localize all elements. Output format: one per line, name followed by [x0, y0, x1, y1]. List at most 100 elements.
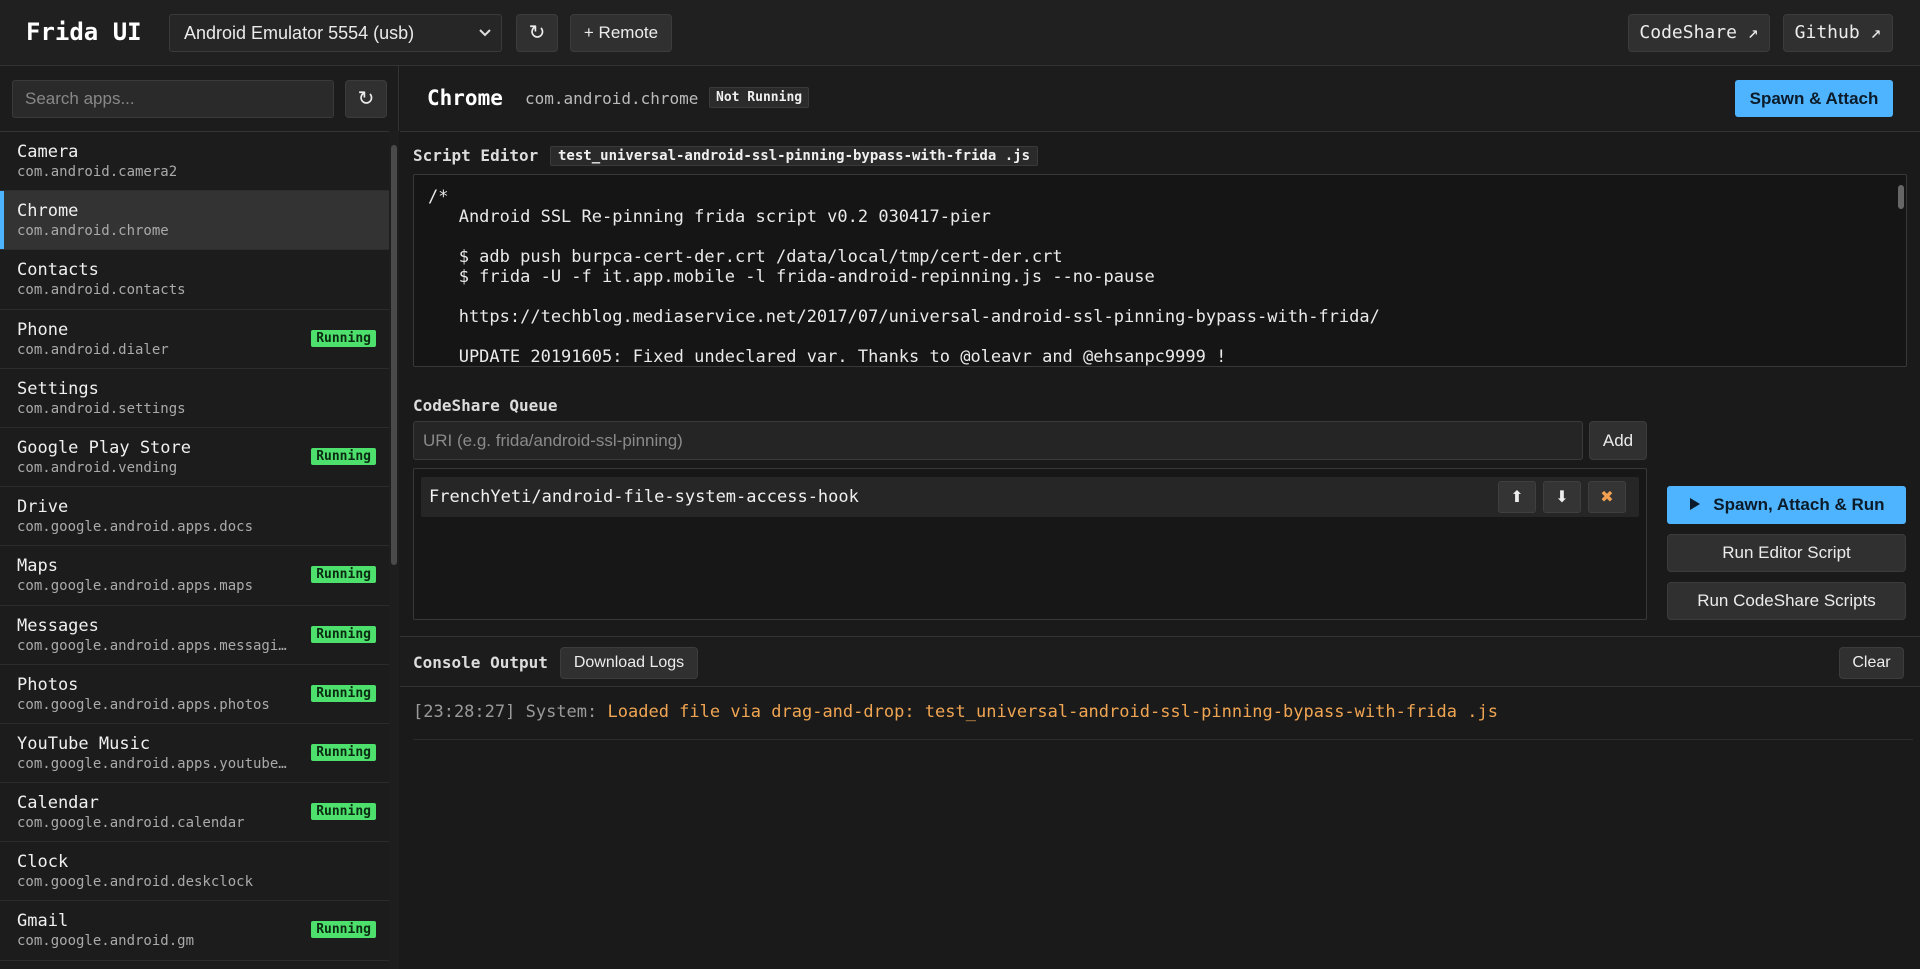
app-list-item[interactable]: Google Play Store com.android.vending Runn…	[0, 428, 389, 488]
app-brand: Frida UI	[26, 18, 142, 46]
editor-scrollbar[interactable]	[1898, 185, 1904, 209]
app-name: Drive	[17, 497, 69, 518]
app-name: Gmail	[17, 911, 69, 932]
selected-app-header: Chrome com.android.chrome Not Running Sp…	[400, 66, 1920, 132]
log-line: [23:28:27] System: Loaded file via drag-…	[413, 702, 1913, 740]
running-badge: Running	[311, 329, 376, 347]
app-name: Maps	[17, 556, 58, 577]
sidebar-scrollbar[interactable]	[389, 131, 399, 969]
selected-app-title: Chrome	[427, 86, 503, 110]
refresh-icon: ↻	[528, 22, 546, 44]
app-list-item[interactable]: Clock com.google.android.deskclock	[0, 842, 389, 902]
app-list-item[interactable]: Maps com.google.android.apps.maps Running	[0, 546, 389, 606]
app-name: Phone	[17, 319, 69, 340]
app-name: Settings	[17, 378, 99, 399]
app-list-item[interactable]: Drive com.google.android.apps.docs	[0, 487, 389, 547]
running-badge: Running	[311, 625, 376, 643]
app-name: Messages	[17, 615, 99, 636]
app-name: Clock	[17, 852, 69, 873]
codeshare-link-button[interactable]: CodeShare ↗	[1628, 14, 1770, 52]
device-select-value: Android Emulator 5554 (usb)	[184, 23, 415, 43]
run-codeshare-scripts-button[interactable]: Run CodeShare Scripts	[1667, 582, 1906, 620]
app-list-item[interactable]: Photos com.google.android.apps.photos Runn…	[0, 665, 389, 724]
app-package: com.google.android.apps.messaging	[17, 637, 287, 654]
app-package: com.google.android.apps.youtube.music	[17, 755, 287, 772]
app-list-item[interactable]: YouTube Music com.google.android.apps.you…	[0, 724, 389, 784]
app-name: Google Play Store	[17, 437, 191, 458]
app-list-item[interactable]: Settings com.android.settings	[0, 369, 389, 428]
app-package: com.android.vending	[17, 459, 178, 476]
app-sidebar: Search apps... ↻ Camera com.android.camer…	[0, 66, 399, 969]
codeshare-uri-input[interactable]: URI (e.g. frida/android-ssl-pinning)	[413, 421, 1583, 460]
app-package: com.android.contacts	[17, 282, 186, 299]
refresh-icon: ↻	[357, 88, 375, 110]
script-editor-content[interactable]: /* Android SSL Re-pinning frida script v…	[428, 187, 1380, 366]
app-package: com.android.chrome	[17, 223, 169, 240]
app-list-item[interactable]: Calendar com.google.android.calendar Runni…	[0, 783, 389, 843]
app-package: com.android.dialer	[17, 341, 169, 358]
add-remote-button[interactable]: + Remote	[570, 14, 672, 52]
app-list-item[interactable]: Contacts com.android.contacts	[0, 250, 389, 310]
running-badge: Running	[311, 566, 376, 584]
queue-item: FrenchYeti/android-file-system-access-ho…	[421, 477, 1639, 517]
github-link-button[interactable]: Github ↗	[1783, 14, 1893, 52]
close-icon: ✖	[1600, 487, 1614, 506]
refresh-apps-button[interactable]: ↻	[345, 80, 387, 118]
queue-item-name: FrenchYeti/android-file-system-access-ho…	[429, 487, 859, 507]
move-down-button[interactable]: ⬇	[1543, 481, 1581, 513]
search-apps-input[interactable]: Search apps...	[12, 80, 334, 118]
script-editor[interactable]: /* Android SSL Re-pinning frida script v…	[413, 174, 1907, 367]
log-timestamp: [23:28:27]	[413, 702, 516, 722]
run-editor-script-button[interactable]: Run Editor Script	[1667, 534, 1906, 572]
selected-app-package: com.android.chrome	[525, 89, 699, 108]
app-package: com.android.camera2	[17, 164, 178, 180]
top-bar: Frida UI Android Emulator 5554 (usb) ↻ +…	[0, 0, 1920, 66]
app-name: Camera	[17, 142, 79, 162]
log-source: System:	[525, 702, 598, 722]
app-package: com.android.settings	[17, 400, 186, 417]
app-name: Chrome	[17, 201, 79, 222]
running-badge: Running	[311, 921, 376, 939]
app-package: com.google.android.apps.photos	[17, 696, 270, 713]
app-package: com.google.android.apps.docs	[17, 519, 254, 536]
app-name: Contacts	[17, 260, 99, 281]
app-list-item[interactable]: Gmail com.google.android.gm Running	[0, 901, 389, 961]
download-logs-button[interactable]: Download Logs	[560, 647, 698, 679]
console-output: [23:28:27] System: Loaded file via drag-…	[400, 688, 1920, 969]
app-list: Camera com.android.camera2 Chrome com.andro…	[0, 131, 389, 969]
script-editor-label: Script Editor	[413, 146, 539, 165]
app-package: com.google.android.apps.maps	[17, 578, 254, 595]
clear-console-button[interactable]: Clear	[1839, 647, 1904, 679]
app-name: Calendar	[17, 793, 99, 814]
codeshare-queue-label: CodeShare Queue	[413, 396, 558, 415]
app-package: com.google.android.calendar	[17, 815, 245, 832]
running-badge: Running	[311, 803, 376, 821]
app-list-item[interactable]: Chrome com.android.chrome	[0, 191, 389, 251]
codeshare-queue-list: FrenchYeti/android-file-system-access-ho…	[413, 468, 1647, 620]
running-badge: Running	[311, 743, 376, 761]
scrollbar-thumb[interactable]	[391, 145, 397, 565]
spawn-attach-run-label: Spawn, Attach & Run	[1713, 495, 1885, 514]
refresh-devices-button[interactable]: ↻	[516, 14, 558, 52]
app-list-item[interactable]: Phone com.android.dialer Running	[0, 310, 389, 369]
app-name: Photos	[17, 674, 79, 695]
log-message: Loaded file via drag-and-drop: test_univ…	[607, 702, 1498, 722]
console-toolbar: Console Output Download Logs Clear	[400, 636, 1920, 687]
console-output-label: Console Output	[413, 653, 548, 672]
play-icon	[1689, 495, 1714, 514]
device-select[interactable]: Android Emulator 5554 (usb)	[169, 14, 502, 52]
app-package: com.google.android.gm	[17, 933, 195, 950]
app-package: com.google.android.deskclock	[17, 874, 254, 891]
running-badge: Running	[311, 684, 376, 702]
spawn-attach-run-button[interactable]: Spawn, Attach & Run	[1667, 486, 1906, 524]
app-list-item[interactable]: Messages com.google.android.apps.messagin…	[0, 606, 389, 665]
status-badge: Not Running	[709, 87, 810, 108]
move-up-button[interactable]: ⬆	[1498, 481, 1536, 513]
spawn-attach-button[interactable]: Spawn & Attach	[1735, 80, 1893, 117]
running-badge: Running	[311, 447, 376, 465]
loaded-file-chip: test_universal-android-ssl-pinning-bypas…	[550, 146, 1039, 166]
app-list-item[interactable]: Camera com.android.camera2	[0, 132, 389, 192]
app-name: YouTube Music	[17, 733, 151, 754]
add-codeshare-button[interactable]: Add	[1589, 421, 1647, 460]
remove-button[interactable]: ✖	[1588, 481, 1626, 513]
